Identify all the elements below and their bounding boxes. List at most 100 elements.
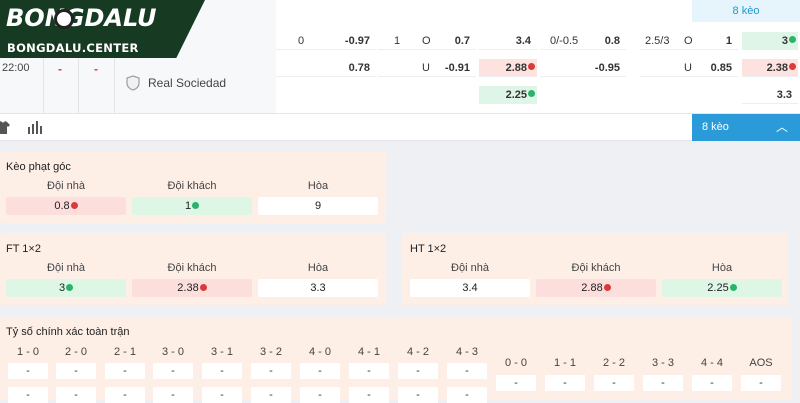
score-odds-cell[interactable]: - bbox=[692, 375, 732, 391]
score-odds-cell[interactable]: - bbox=[153, 387, 193, 403]
x12-away-odds[interactable]: 2.88 bbox=[479, 59, 537, 77]
ft-1x2-market-card: FT 1×2 Đội nhà Đội khách Hòa 3 2.38 3.3 bbox=[0, 233, 386, 305]
ft-home-odds[interactable]: 3 bbox=[6, 279, 126, 297]
divider bbox=[78, 58, 79, 113]
x12-home-odds[interactable]: 3.4 bbox=[479, 32, 537, 50]
score-odds-cell[interactable]: - bbox=[56, 363, 96, 379]
score-odds-cell[interactable]: - bbox=[251, 363, 291, 379]
ou-line: 1 bbox=[394, 34, 401, 47]
home-label: Đội nhà bbox=[451, 262, 489, 274]
arrow-down-icon bbox=[70, 201, 78, 209]
ht-away-odds[interactable]: 2.88 bbox=[536, 279, 656, 297]
h1-ou-line: 2.5/3 bbox=[645, 34, 670, 47]
h1-handicap-away-odds[interactable]: -0.95 bbox=[540, 59, 626, 77]
x12-draw-odds[interactable]: 2.25 bbox=[479, 86, 537, 104]
odds-value: 3.4 bbox=[462, 282, 478, 294]
score-label: 1 - 1 bbox=[553, 357, 576, 369]
score-odds-cell[interactable]: - bbox=[202, 387, 242, 403]
h1-handicap-home-odds[interactable]: 0/-0.5 0.8 bbox=[540, 32, 626, 50]
odds-value: -0.97 bbox=[344, 34, 370, 47]
ft-away-odds[interactable]: 2.38 bbox=[132, 279, 252, 297]
score-odds-cell[interactable]: - bbox=[741, 375, 781, 391]
away-label: Đội khách bbox=[167, 180, 217, 192]
odds-value: 0.8 bbox=[604, 34, 620, 47]
handicap-away-odds[interactable]: 0.78 bbox=[276, 59, 376, 77]
h1-over-odds[interactable]: 2.5/3 O 1 bbox=[640, 32, 738, 50]
corners-home-odds[interactable]: 0.8 bbox=[6, 197, 126, 215]
odds-panel: BONGDALU BONGDALU.CENTER 22:00 - - Real … bbox=[0, 0, 800, 113]
away-team-name: Real Sociedad bbox=[148, 76, 227, 90]
more-markets-top-button[interactable]: 8 kèo bbox=[692, 0, 800, 22]
odds-value: -0.95 bbox=[594, 61, 620, 74]
score-odds-cell[interactable]: - bbox=[398, 387, 438, 403]
ft-1x2-title: FT 1×2 bbox=[6, 243, 41, 255]
h1-handicap-line: 0/-0.5 bbox=[550, 34, 579, 47]
score-odds-cell[interactable]: - bbox=[8, 387, 48, 403]
correct-score-market-card: Tỷ số chính xác toàn trận 1 - 0 2 - 0 2 … bbox=[0, 317, 792, 403]
ht-draw-odds[interactable]: 2.25 bbox=[662, 279, 782, 297]
score-label: 4 - 2 bbox=[406, 346, 429, 358]
odds-value: 1 bbox=[184, 200, 192, 212]
score-odds-cell[interactable]: - bbox=[349, 387, 389, 403]
h1-x12-away-odds[interactable]: 2.38 bbox=[742, 59, 798, 77]
odds-value: -0.91 bbox=[444, 61, 470, 74]
odds-value: 0.8 bbox=[54, 200, 70, 212]
h1-under-odds[interactable]: U 0.85 bbox=[640, 59, 738, 77]
shield-icon bbox=[126, 75, 140, 91]
score-odds-cell[interactable]: - bbox=[300, 387, 340, 403]
corners-title: Kèo phạt góc bbox=[6, 161, 71, 173]
score-odds-cell[interactable]: - bbox=[349, 363, 389, 379]
brand-logo[interactable]: BONGDALU BONGDALU.CENTER bbox=[0, 0, 205, 58]
score-odds-cell[interactable]: - bbox=[153, 363, 193, 379]
arrow-down-icon bbox=[789, 63, 796, 71]
score-odds-cell[interactable]: - bbox=[447, 387, 487, 403]
score-odds-cell[interactable]: - bbox=[643, 375, 683, 391]
handicap-home-odds[interactable]: 0 -0.97 bbox=[276, 32, 376, 50]
ht-1x2-market-card: HT 1×2 Đội nhà Đội khách Hòa 3.4 2.88 2.… bbox=[402, 233, 788, 305]
score-label: 4 - 4 bbox=[700, 357, 723, 369]
score-label: 4 - 0 bbox=[308, 346, 331, 358]
score-odds-cell[interactable]: - bbox=[56, 387, 96, 403]
away-score: - bbox=[94, 62, 98, 76]
h1-x12-home-odds[interactable]: 3 bbox=[742, 32, 798, 50]
ht-home-odds[interactable]: 3.4 bbox=[410, 279, 530, 297]
odds-value: 0.85 bbox=[710, 61, 732, 74]
away-label: Đội khách bbox=[167, 262, 217, 274]
divider bbox=[114, 58, 115, 113]
arrow-up-icon bbox=[789, 36, 796, 44]
score-odds-cell[interactable]: - bbox=[202, 363, 242, 379]
score-label: 1 - 0 bbox=[16, 346, 39, 358]
corners-away-odds[interactable]: 1 bbox=[132, 197, 252, 215]
under-odds[interactable]: U -0.91 bbox=[378, 59, 476, 77]
score-odds-cell[interactable]: - bbox=[496, 375, 536, 391]
score-label: 2 - 1 bbox=[113, 346, 136, 358]
away-label: Đội khách bbox=[571, 262, 621, 274]
score-odds-cell[interactable]: - bbox=[398, 363, 438, 379]
h1-x12-draw-odds[interactable]: 3.3 bbox=[742, 86, 798, 104]
corners-draw-odds[interactable]: 9 bbox=[258, 197, 378, 215]
shirt-icon[interactable] bbox=[0, 121, 10, 134]
score-odds-cell[interactable]: - bbox=[105, 387, 145, 403]
bar-chart-icon[interactable] bbox=[28, 121, 43, 134]
odds-value: 3.4 bbox=[515, 34, 531, 47]
score-odds-cell[interactable]: - bbox=[594, 375, 634, 391]
match-toolbar: 8 kèo ︿ bbox=[0, 113, 800, 141]
ht-1x2-title: HT 1×2 bbox=[410, 243, 447, 255]
score-odds-cell[interactable]: - bbox=[251, 387, 291, 403]
odds-value: 0.7 bbox=[454, 34, 470, 47]
score-odds-cell[interactable]: - bbox=[8, 363, 48, 379]
score-label: 3 - 0 bbox=[161, 346, 184, 358]
score-odds-cell[interactable]: - bbox=[105, 363, 145, 379]
score-label: 4 - 3 bbox=[455, 346, 478, 358]
score-odds-cell[interactable]: - bbox=[545, 375, 585, 391]
brand-name: BONGDALU bbox=[6, 4, 157, 32]
odds-value: 2.88 bbox=[505, 61, 527, 74]
score-odds-cell[interactable]: - bbox=[300, 363, 340, 379]
over-odds[interactable]: 1 O 0.7 bbox=[378, 32, 476, 50]
more-markets-button[interactable]: 8 kèo ︿ bbox=[692, 114, 800, 141]
score-label: 0 - 0 bbox=[504, 357, 527, 369]
ou-side: U bbox=[422, 61, 430, 74]
score-odds-cell[interactable]: - bbox=[447, 363, 487, 379]
ft-draw-odds[interactable]: 3.3 bbox=[258, 279, 378, 297]
arrow-down-icon bbox=[528, 63, 535, 71]
